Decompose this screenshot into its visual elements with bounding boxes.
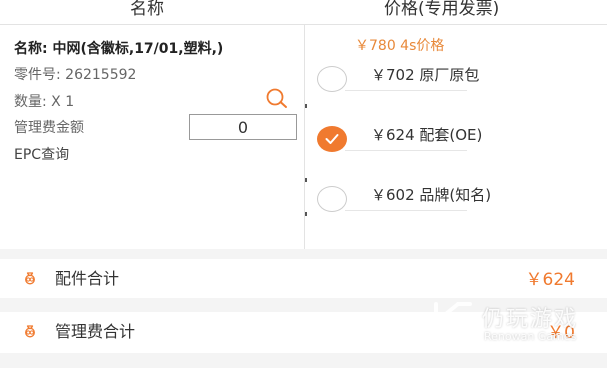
table-header: 名称 价格(专用发票) <box>0 0 607 25</box>
price-4s: ￥780 4s价格 <box>355 38 445 54</box>
price-column-header: 价格(专用发票) <box>384 0 500 19</box>
management-fee-input[interactable] <box>189 114 297 140</box>
parts-total-value: ￥624 <box>525 270 575 290</box>
radio-button[interactable] <box>317 66 347 92</box>
scroll-tick <box>305 212 307 216</box>
management-fee-total-value: ￥0 <box>547 323 575 343</box>
management-fee-label: 管理费金额 <box>14 120 84 136</box>
option-underline <box>345 90 467 91</box>
price-option-brand[interactable]: ￥602 品牌(知名) <box>315 182 491 222</box>
part-number: 零件号: 26215592 <box>14 67 137 83</box>
radio-button[interactable] <box>317 186 347 212</box>
search-icon[interactable] <box>264 88 290 110</box>
parts-total-row: 配件合计 ￥624 <box>0 259 607 299</box>
price-option-label: ￥702 原厂原包 <box>371 66 480 84</box>
part-info-panel: 名称: 中网(含徽标,17/01,塑料,) 零件号: 26215592 数量: … <box>0 26 304 248</box>
price-option-label: ￥602 品牌(知名) <box>371 186 492 204</box>
radio-button-checked[interactable] <box>317 126 347 152</box>
option-underline <box>345 150 467 151</box>
bag-icon <box>22 269 38 285</box>
price-option-oe[interactable]: ￥624 配套(OE) <box>315 122 482 162</box>
price-option-original[interactable]: ￥702 原厂原包 <box>315 62 479 102</box>
check-icon <box>325 134 339 144</box>
price-option-label: ￥624 配套(OE) <box>371 126 483 144</box>
part-name: 名称: 中网(含徽标,17/01,塑料,) <box>14 41 224 57</box>
option-underline <box>345 210 467 211</box>
price-options-panel: ￥780 4s价格 ￥702 原厂原包 ￥624 配套(OE) ￥602 品牌(… <box>305 26 607 248</box>
management-fee-total-row: 管理费合计 ￥0 <box>0 312 607 352</box>
section-gap <box>0 353 607 368</box>
scroll-tick <box>305 104 307 108</box>
name-column-header: 名称 <box>130 0 164 19</box>
management-fee-total-label: 管理费合计 <box>55 322 136 341</box>
part-quantity: 数量: X 1 <box>14 94 75 110</box>
parts-total-label: 配件合计 <box>55 269 120 288</box>
section-gap <box>0 249 607 259</box>
epc-query-link[interactable]: EPC查询 <box>14 144 69 164</box>
scroll-tick <box>305 178 307 182</box>
section-gap <box>0 298 607 312</box>
bag-icon <box>22 322 38 338</box>
